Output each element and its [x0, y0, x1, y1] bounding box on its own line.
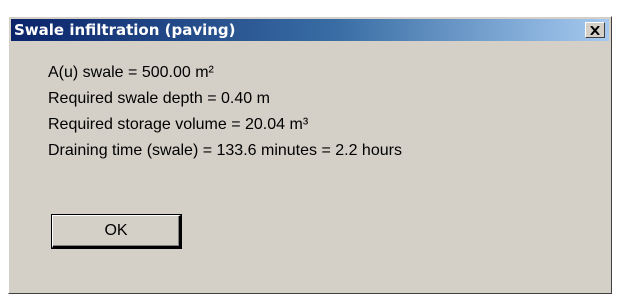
ok-button[interactable]: OK [51, 214, 182, 249]
title-bar[interactable]: Swale infiltration (paving) [11, 19, 609, 41]
storage-volume-text: Required storage volume = 20.04 m³ [48, 116, 309, 133]
swale-depth-text: Required swale depth = 0.40 m [48, 90, 270, 107]
draining-time-text: Draining time (swale) = 133.6 minutes = … [48, 142, 402, 159]
close-button[interactable] [585, 22, 605, 38]
results-text: A(u) swale = 500.00 m² Required swale de… [48, 60, 402, 164]
swale-area-text: A(u) swale = 500.00 m² [48, 64, 214, 81]
close-icon [590, 26, 600, 35]
dialog-title: Swale infiltration (paving) [14, 21, 236, 39]
